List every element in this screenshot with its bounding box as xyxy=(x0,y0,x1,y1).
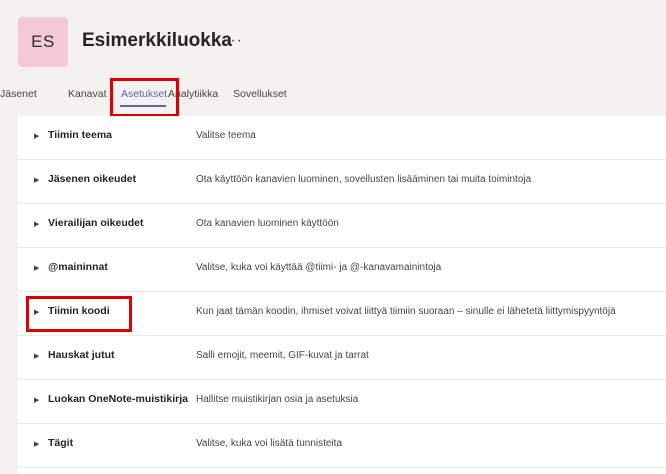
expand-chevron-icon[interactable]: ▶ xyxy=(34,352,39,360)
team-name: Esimerkkiluokka xyxy=(82,30,232,51)
setting-description: Ota kanavien luominen käyttöön xyxy=(196,218,339,229)
setting-row-fun-stuff[interactable]: ▶ Hauskat jutut Salli emojit, meemit, GI… xyxy=(18,336,666,380)
setting-row-guest-permissions[interactable]: ▶ Vierailijan oikeudet Ota kanavien luom… xyxy=(18,204,666,248)
setting-name: Tiimin teema xyxy=(48,129,112,141)
team-avatar: ES xyxy=(18,17,68,67)
more-options-icon[interactable]: ··· xyxy=(224,32,243,50)
setting-description: Salli emojit, meemit, GIF-kuvat ja tarra… xyxy=(196,350,369,361)
setting-description: Hallitse muistikirjan osia ja asetuksia xyxy=(196,394,359,405)
setting-name: Tägit xyxy=(48,437,74,449)
expand-chevron-icon[interactable]: ▶ xyxy=(34,264,39,272)
settings-panel: ▶ Tiimin teema Valitse teema ▶ Jäsenen o… xyxy=(18,116,666,474)
setting-name: Hauskat jutut xyxy=(48,349,115,361)
setting-row-mentions[interactable]: ▶ @maininnat Valitse, kuka voi käyttää @… xyxy=(18,248,666,292)
expand-chevron-icon[interactable]: ▶ xyxy=(34,220,39,228)
setting-row-team-theme[interactable]: ▶ Tiimin teema Valitse teema xyxy=(18,116,666,160)
setting-description: Valitse, kuka voi lisätä tunnisteita xyxy=(196,438,343,449)
setting-description: Valitse teema xyxy=(196,130,256,141)
highlight-box-team-code xyxy=(26,296,132,332)
team-header: ES Esimerkkiluokka ··· xyxy=(0,0,666,120)
tab-apps[interactable]: Sovellukset xyxy=(233,88,287,100)
setting-description: Ota käyttöön kanavien luominen, sovellus… xyxy=(196,174,532,185)
setting-row-tags[interactable]: ▶ Tägit Valitse, kuka voi lisätä tunnist… xyxy=(18,424,666,468)
setting-name: Vierailijan oikeudet xyxy=(48,217,144,229)
expand-chevron-icon[interactable]: ▶ xyxy=(34,440,39,448)
highlight-box-settings-tab xyxy=(110,78,179,117)
setting-name: @maininnat xyxy=(48,261,108,273)
expand-chevron-icon[interactable]: ▶ xyxy=(34,132,39,140)
tab-members[interactable]: Jäsenet xyxy=(0,88,37,100)
expand-chevron-icon[interactable]: ▶ xyxy=(34,396,39,404)
setting-row-member-permissions[interactable]: ▶ Jäsenen oikeudet Ota käyttöön kanavien… xyxy=(18,160,666,204)
setting-description: Kun jaat tämän koodin, ihmiset voivat li… xyxy=(196,306,616,317)
setting-row-onenote-notebook[interactable]: ▶ Luokan OneNote-muistikirja Hallitse mu… xyxy=(18,380,666,424)
tab-channels[interactable]: Kanavat xyxy=(68,88,107,100)
setting-name: Luokan OneNote-muistikirja xyxy=(48,393,189,405)
setting-name: Jäsenen oikeudet xyxy=(48,173,137,185)
expand-chevron-icon[interactable]: ▶ xyxy=(34,176,39,184)
setting-description: Valitse, kuka voi käyttää @tiimi- ja @-k… xyxy=(196,262,442,273)
